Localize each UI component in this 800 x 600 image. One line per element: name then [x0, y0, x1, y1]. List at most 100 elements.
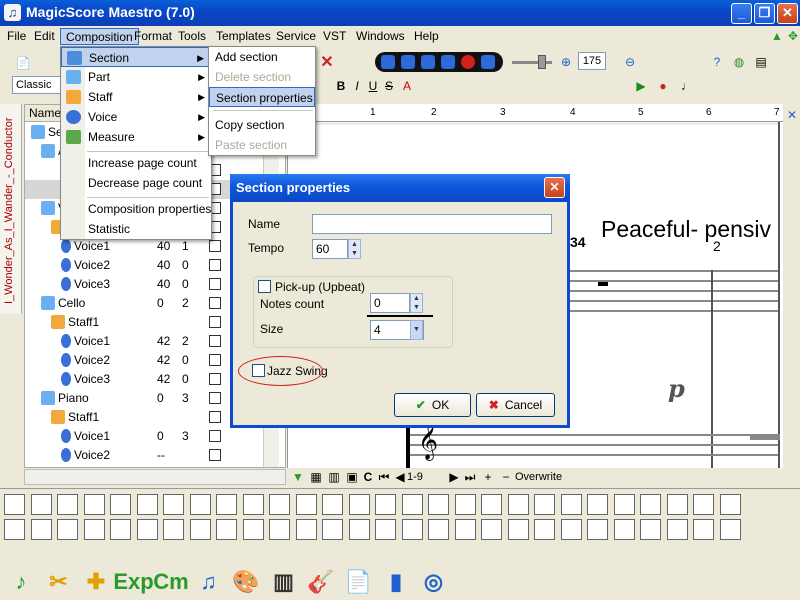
tree-row-checkbox[interactable] [209, 392, 221, 404]
palette-tool-icon[interactable] [295, 519, 317, 540]
module-icon[interactable]: 🎸 [304, 565, 338, 599]
palette-tool-icon[interactable] [4, 519, 25, 540]
palette-tool-icon[interactable] [242, 519, 264, 540]
palette-tool-icon[interactable] [322, 519, 343, 540]
menu-file[interactable]: File [2, 28, 31, 45]
palette-tool-icon[interactable] [587, 494, 608, 515]
dialog-close-button[interactable]: ✕ [544, 177, 565, 198]
menu-item-copy-section[interactable]: Copy section [209, 115, 315, 135]
panel-close-icon[interactable]: ✕ [783, 106, 800, 124]
palette-tool-icon[interactable] [428, 494, 449, 515]
menu-item-decrease-page-count[interactable]: Decrease page count [61, 173, 211, 193]
tempo-spinner[interactable]: ▲ ▼ [348, 239, 361, 259]
palette-tool-icon[interactable] [242, 494, 264, 515]
module-icon[interactable]: ▮ [379, 565, 413, 599]
page-view-icon[interactable]: ▦ [307, 468, 325, 486]
palette-tool-icon[interactable] [666, 494, 688, 515]
menu-templates[interactable]: Templates [211, 28, 276, 45]
palette-tool-icon[interactable] [481, 519, 502, 540]
menu-item-section[interactable]: Section ▶ [61, 47, 211, 67]
pickup-checkbox[interactable] [258, 280, 271, 293]
palette-tool-icon[interactable] [57, 519, 78, 540]
font-color-icon[interactable]: A [398, 77, 416, 95]
palette-tool-icon[interactable] [719, 519, 741, 540]
strikethrough-icon[interactable]: S [380, 77, 398, 95]
module-icon[interactable]: ✂ [42, 565, 76, 599]
zoom-in-icon[interactable]: ⊕ [557, 53, 575, 71]
menu-item-add-section[interactable]: Add section [209, 47, 315, 67]
tree-row-checkbox[interactable] [209, 373, 221, 385]
module-icon[interactable]: ◎ [417, 565, 451, 599]
size-dropdown-arrow[interactable]: ▼ [410, 320, 423, 340]
menu-service[interactable]: Service [271, 28, 321, 45]
palette-tool-icon[interactable] [57, 494, 78, 515]
tree-row-checkbox[interactable] [209, 335, 221, 347]
palette-tool-icon[interactable] [189, 494, 211, 515]
delete-icon[interactable]: ✕ [318, 53, 336, 71]
menu-windows[interactable]: Windows [351, 28, 410, 45]
palette-tool-icon[interactable] [348, 519, 370, 540]
tree-horizontal-scrollbar[interactable] [24, 469, 286, 485]
minimize-button[interactable]: _ [731, 3, 752, 24]
palette-tool-icon[interactable] [269, 494, 290, 515]
palette-tool-icon[interactable] [640, 494, 661, 515]
menu-vst[interactable]: VST [318, 28, 351, 45]
tree-row-checkbox[interactable] [209, 240, 221, 252]
palette-tool-icon[interactable] [295, 494, 317, 515]
menu-help[interactable]: Help [409, 28, 444, 45]
rewind-icon[interactable] [381, 55, 395, 69]
menu-item-part[interactable]: Part ▶ [61, 67, 211, 87]
cancel-button[interactable]: ✖ Cancel [476, 393, 555, 417]
score-title[interactable]: Peaceful- pensiv [601, 216, 771, 243]
palette-tool-icon[interactable] [640, 519, 661, 540]
add-page-icon[interactable]: + [479, 468, 497, 486]
record-icon[interactable] [461, 55, 475, 69]
palette-tool-icon[interactable] [587, 519, 608, 540]
palette-tool-icon[interactable] [401, 494, 423, 515]
palette-tool-icon[interactable] [375, 519, 396, 540]
palette-tool-icon[interactable] [83, 519, 105, 540]
notes-count-spinner[interactable]: ▲ ▼ [410, 293, 423, 313]
palette-tool-icon[interactable] [613, 519, 635, 540]
loop-icon[interactable] [481, 55, 495, 69]
down-arrow-icon[interactable]: ▼ [289, 468, 307, 486]
palette-tool-icon[interactable] [507, 494, 529, 515]
book-icon[interactable]: ▤ [752, 53, 770, 71]
palette-tool-icon[interactable] [560, 519, 582, 540]
notes-count-input[interactable]: 0 [370, 293, 410, 313]
module-icon[interactable]: ▥ [267, 565, 301, 599]
scroll-view-icon[interactable]: ▥ [325, 468, 343, 486]
palette-tool-icon[interactable] [30, 519, 52, 540]
menu-item-measure[interactable]: Measure ▶ [61, 127, 211, 147]
menu-item-statistic[interactable]: Statistic [61, 219, 211, 239]
palette-tool-icon[interactable] [693, 519, 714, 540]
tempo-input[interactable]: 60 [312, 239, 348, 259]
menu-tools[interactable]: Tools [173, 28, 211, 45]
module-icon[interactable]: ✚ [79, 565, 113, 599]
module-icon[interactable]: Exp [113, 565, 153, 599]
menu-composition[interactable]: Composition [60, 28, 139, 45]
module-icon[interactable]: ♪ [4, 565, 38, 599]
stop-icon[interactable] [421, 55, 435, 69]
last-page-icon[interactable]: ⏭ [461, 468, 479, 486]
maximize-button[interactable]: ❐ [754, 3, 775, 24]
play-icon[interactable] [401, 55, 415, 69]
zoom-slider-thumb[interactable] [538, 55, 546, 69]
ok-button[interactable]: ✔ OK [394, 393, 471, 417]
tree-row[interactable]: Voice1 0 3 [25, 427, 285, 446]
palette-tool-icon[interactable] [428, 519, 449, 540]
palette-tool-icon[interactable] [401, 519, 423, 540]
palette-tool-icon[interactable] [693, 494, 714, 515]
tree-row-checkbox[interactable] [209, 259, 221, 271]
palette-tool-icon[interactable] [83, 494, 105, 515]
palette-tool-icon[interactable] [30, 494, 52, 515]
palette-tool-icon[interactable] [269, 519, 290, 540]
palette-tool-icon[interactable] [216, 494, 237, 515]
name-input[interactable] [312, 214, 552, 234]
tree-row-checkbox[interactable] [209, 278, 221, 290]
pin-icon[interactable]: ✥ [784, 27, 800, 45]
palette-tool-icon[interactable] [136, 494, 158, 515]
menu-item-increase-page-count[interactable]: Increase page count [61, 153, 211, 173]
menu-item-voice[interactable]: Voice ▶ [61, 107, 211, 127]
palette-tool-icon[interactable] [481, 494, 502, 515]
